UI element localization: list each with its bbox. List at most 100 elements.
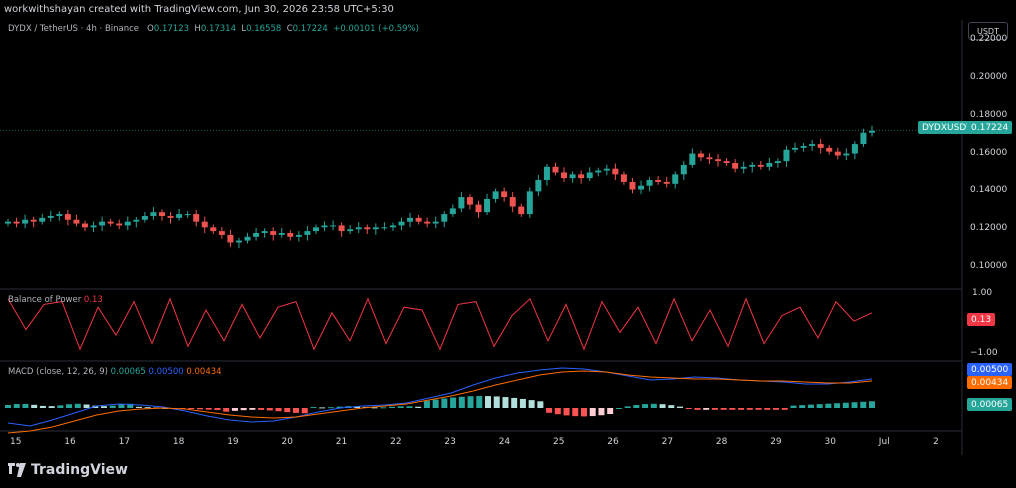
symbol-label[interactable]: DYDX / TetherUS · 4h · Binance — [8, 24, 139, 34]
macd-histogram-bar — [703, 408, 710, 410]
price-tick-label: 0.10000 — [970, 261, 1008, 272]
candle-body — [732, 163, 739, 169]
macd-histogram-bar — [214, 408, 221, 411]
candle-body — [389, 225, 396, 228]
price-tick-label: 0.12000 — [970, 223, 1008, 234]
candle-body — [167, 215, 174, 218]
tradingview-logo[interactable]: TradingView — [8, 462, 128, 478]
macd-histogram-bar — [834, 403, 841, 408]
macd-histogram-bar — [415, 406, 422, 408]
candle-body — [766, 163, 773, 167]
attribution-text: workwithshayan created with TradingView.… — [4, 4, 394, 15]
change-value: +0.00101 (+0.59%) — [333, 24, 419, 34]
macd-title[interactable]: MACD (close, 12, 26, 9) — [8, 367, 108, 377]
candle-body — [595, 170, 602, 173]
macd-histogram-bar — [842, 402, 849, 408]
candle-body — [116, 223, 123, 226]
macd-histogram-bar — [5, 405, 11, 408]
candle-body — [535, 180, 542, 192]
macd-histogram-bar — [816, 404, 823, 408]
macd-histogram-bar — [48, 406, 55, 408]
candle-body — [227, 234, 234, 243]
macd-histogram-bar — [397, 406, 404, 408]
candle-body — [235, 240, 242, 243]
macd-histogram-bar — [432, 399, 439, 408]
macd-histogram-bar — [773, 408, 779, 410]
macd-histogram-bar — [511, 397, 518, 408]
macd-histogram-bar — [284, 408, 291, 413]
macd-histogram-bar — [860, 401, 867, 408]
candle-body — [64, 214, 71, 220]
candle-body — [398, 221, 405, 226]
candle-body — [569, 174, 576, 179]
macd-histogram-bar — [319, 407, 326, 409]
macd-histogram-bar — [188, 408, 195, 409]
candle-body — [441, 214, 448, 222]
time-tick-label: 18 — [172, 437, 185, 447]
macd-histogram-bar — [293, 408, 299, 413]
macd-histogram-bar — [467, 396, 474, 408]
macd-histogram-bar — [301, 408, 308, 414]
candle-body — [723, 161, 730, 163]
chart-canvas[interactable] — [0, 0, 1016, 488]
bop-title[interactable]: Balance of Power — [8, 295, 81, 305]
candle-body — [697, 153, 704, 158]
macd-histogram-bar — [406, 406, 413, 408]
candle-body — [338, 225, 345, 232]
time-tick-label: 29 — [770, 437, 782, 447]
candle-body — [432, 221, 439, 224]
macd-histogram-bar — [380, 407, 387, 409]
price-tick-label: 0.22000 — [970, 34, 1008, 44]
candle-body — [501, 191, 508, 198]
candle-body — [749, 164, 756, 167]
price-tick-label: 0.16000 — [970, 147, 1008, 158]
candle-body — [578, 174, 585, 179]
price-tick-label: 0.20000 — [970, 71, 1008, 82]
macd-histogram-bar — [22, 403, 29, 408]
time-tick-label: 23 — [444, 437, 456, 447]
macd-histogram-bar — [83, 404, 90, 408]
candle-body — [141, 215, 148, 220]
candle-body — [330, 225, 337, 227]
candle-body — [466, 197, 473, 205]
macd-histogram-bar — [502, 397, 509, 408]
footer-bar — [0, 455, 1016, 488]
candle-body — [774, 161, 781, 163]
macd-histogram-bar — [519, 398, 526, 408]
macd-histogram-bar — [746, 408, 753, 410]
macd-histogram-bar — [624, 406, 631, 408]
macd-histogram-bar — [118, 404, 125, 408]
candle-body — [381, 227, 388, 229]
macd-histogram-bar — [39, 405, 46, 408]
tradingview-logo-icon — [8, 463, 26, 477]
candle-body — [73, 219, 80, 224]
candle-body — [133, 219, 140, 222]
macd-histogram-bar — [493, 396, 500, 408]
macd-histogram-bar — [74, 403, 81, 408]
candle-body — [586, 172, 593, 179]
candle-body — [629, 181, 636, 190]
candle-body — [261, 231, 268, 234]
time-tick-label: 28 — [715, 437, 728, 447]
macd-histogram-bar — [389, 406, 395, 408]
macd-histogram-bar — [266, 408, 273, 411]
candle-body — [603, 168, 610, 171]
candle-body — [612, 168, 619, 175]
macd-histogram-bar — [546, 408, 553, 413]
candle-body — [81, 223, 88, 228]
macd-histogram-bar — [205, 408, 212, 410]
candle-body — [620, 174, 627, 182]
macd-histogram-bar — [607, 408, 614, 415]
open-value: 0.17123 — [153, 24, 190, 34]
chart-area[interactable]: workwithshayan created with TradingView.… — [0, 0, 1016, 488]
candle-body — [364, 227, 371, 230]
last-price-tag: 0.17224 — [967, 121, 1013, 134]
candle-body — [424, 221, 431, 224]
candle-body — [475, 204, 482, 213]
time-tick-label: Jul — [878, 437, 890, 447]
time-tick-label: 21 — [335, 437, 348, 447]
candle-body — [860, 132, 867, 145]
price-tick-label: 0.14000 — [970, 185, 1008, 196]
candle-body — [800, 145, 807, 148]
candle-body — [201, 221, 208, 228]
